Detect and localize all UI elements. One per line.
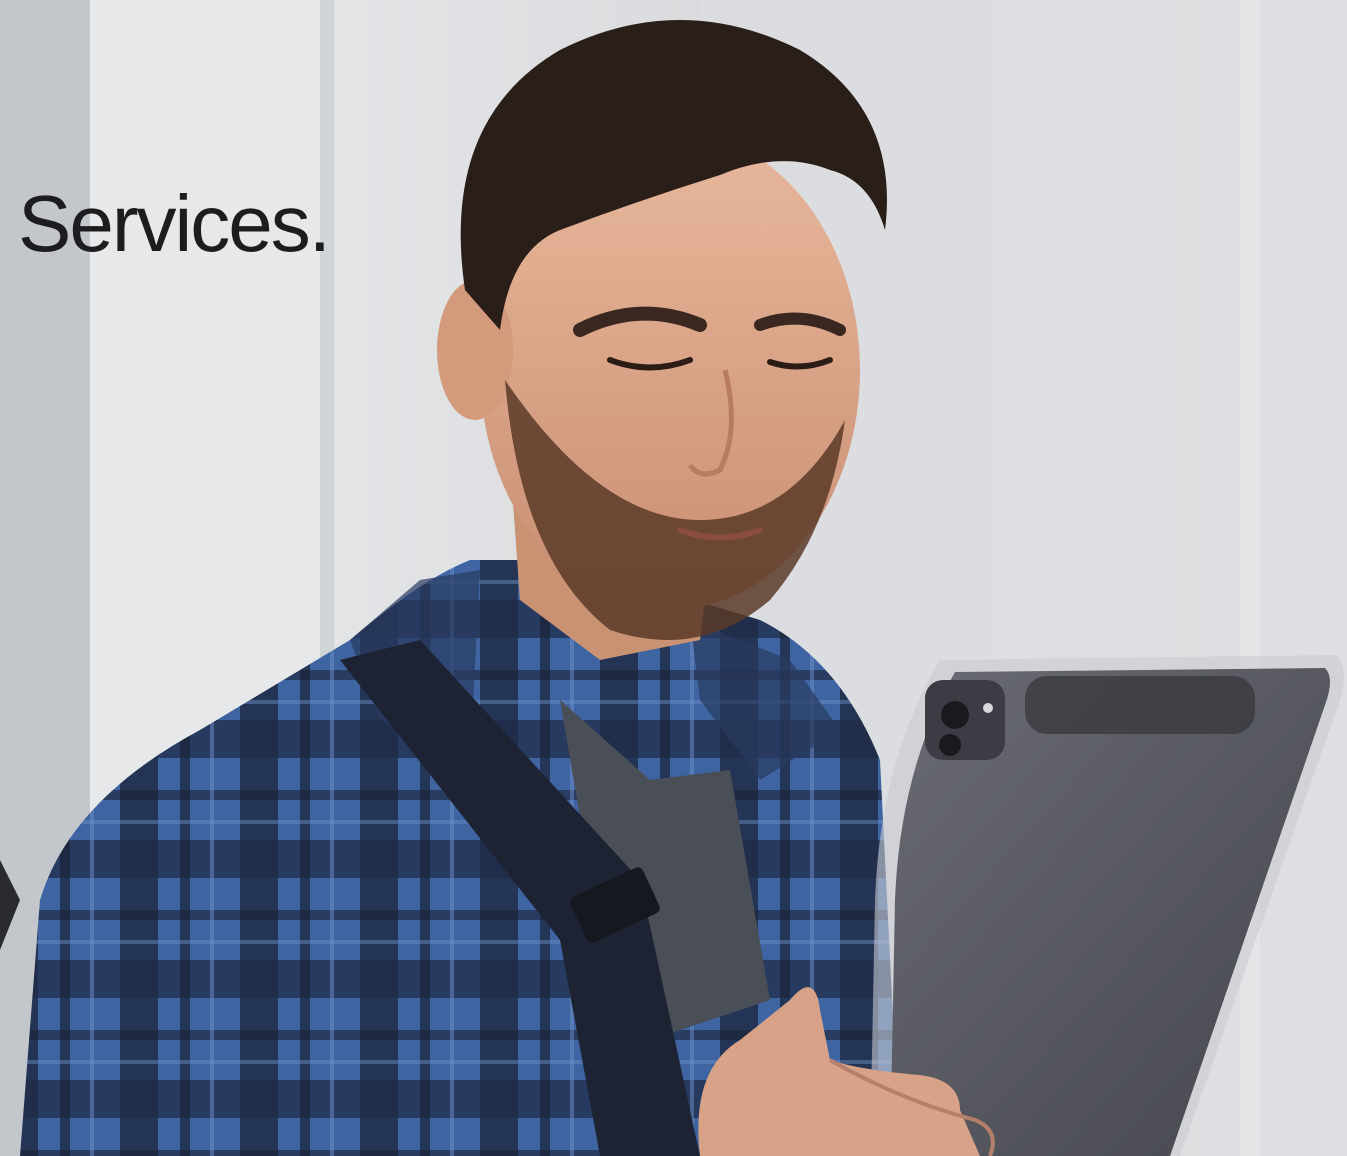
page-title: Services.: [18, 179, 331, 268]
hero-banner: Services.: [0, 0, 1347, 1156]
hero-photo: [0, 0, 1347, 1156]
